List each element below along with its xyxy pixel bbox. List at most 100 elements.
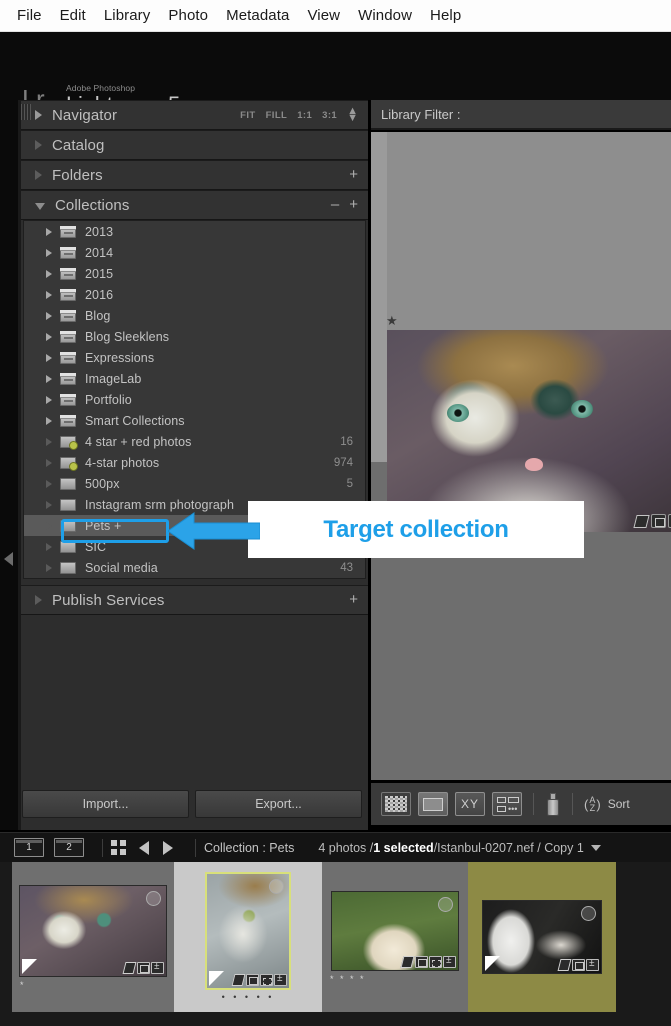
disclosure-triangle-icon[interactable] (46, 290, 52, 299)
disclosure-triangle-icon[interactable] (35, 170, 42, 180)
collection-row[interactable]: Blog Sleeklens (24, 326, 365, 347)
edit-badge-icon[interactable] (274, 973, 287, 986)
disclosure-triangle-icon[interactable] (35, 595, 42, 605)
plus-icon[interactable]: + (349, 197, 358, 212)
collection-row[interactable]: Social media 43 (24, 557, 365, 578)
panel-resize-grip-top[interactable] (21, 104, 31, 120)
disclosure-triangle-icon[interactable] (35, 140, 42, 150)
thumbnail-circle-icon[interactable] (438, 896, 453, 912)
collection-row[interactable]: 2013 (24, 221, 365, 242)
compare-view-icon[interactable]: XY (455, 792, 485, 816)
disclosure-triangle-icon[interactable] (46, 521, 52, 530)
tag-badge-icon[interactable] (634, 514, 649, 528)
menu-item-help[interactable]: Help (421, 5, 470, 26)
disclosure-triangle-icon[interactable] (46, 458, 52, 467)
thumbnail-circle-icon[interactable] (146, 890, 161, 906)
thumbnail-circle-icon[interactable] (269, 879, 284, 894)
crop-badge-icon[interactable] (572, 959, 585, 971)
disclosure-triangle-icon[interactable] (46, 542, 52, 551)
disclosure-triangle-icon[interactable] (46, 479, 52, 488)
plus-icon[interactable]: + (349, 167, 358, 182)
tag-badge-icon[interactable] (123, 962, 136, 974)
menu-item-view[interactable]: View (298, 5, 349, 26)
filmstrip-photo-info[interactable]: 4 photos / 1 selected /Istanbul-0207.nef… (318, 841, 601, 855)
disclosure-triangle-icon[interactable] (35, 110, 42, 120)
menu-item-file[interactable]: File (8, 5, 51, 26)
grid-view-icon[interactable] (381, 792, 411, 816)
disclosure-triangle-icon[interactable] (46, 248, 52, 257)
collapse-left-panel-triangle-icon[interactable] (4, 552, 13, 566)
chevron-down-icon[interactable] (590, 844, 601, 851)
spray-can-icon[interactable] (545, 792, 561, 816)
survey-view-icon[interactable]: ••• (492, 792, 522, 816)
collection-row[interactable]: 2015 (24, 263, 365, 284)
menu-item-edit[interactable]: Edit (51, 5, 95, 26)
collection-row[interactable]: ImageLab (24, 368, 365, 389)
zoom-stepper-icon[interactable]: ▲ ▼ (347, 106, 358, 124)
panel-header-publish-services[interactable]: Publish Services + (21, 585, 368, 615)
disclosure-triangle-icon[interactable] (46, 311, 52, 320)
panel-header-collections[interactable]: Collections – + (21, 190, 368, 220)
panel-header-folders[interactable]: Folders + (21, 160, 368, 190)
puppy-thumbnail[interactable] (331, 890, 459, 971)
cat-white-tabby-thumbnail[interactable] (19, 884, 167, 977)
import-button[interactable]: Import... (22, 790, 189, 818)
disclosure-triangle-icon[interactable] (46, 563, 52, 572)
collection-row[interactable]: 4-star photos 974 (24, 452, 365, 473)
disclosure-triangle-icon[interactable] (46, 332, 52, 341)
disclosure-triangle-icon[interactable] (35, 203, 45, 210)
collection-row[interactable]: 2014 (24, 242, 365, 263)
disclosure-triangle-icon[interactable] (46, 227, 52, 236)
tabby-cat-thumbnail[interactable] (205, 872, 291, 990)
zoom-1to1-button[interactable]: 1:1 (297, 110, 312, 121)
edit-badge-icon[interactable] (443, 955, 456, 968)
arrow-right-icon[interactable] (163, 840, 173, 855)
sleeping-cat-thumbnail[interactable] (482, 900, 602, 974)
tag-badge-icon[interactable] (232, 974, 245, 986)
disclosure-triangle-icon[interactable] (46, 416, 52, 425)
tag-badge-icon[interactable] (401, 956, 414, 968)
arrow-left-icon[interactable] (139, 840, 149, 855)
edit-badge-icon[interactable] (586, 958, 599, 971)
disclosure-triangle-icon[interactable] (46, 395, 52, 404)
filmstrip-cell[interactable]: * (12, 862, 174, 1012)
collection-row[interactable]: 4 star + red photos 16 (24, 431, 365, 452)
export-button[interactable]: Export... (195, 790, 362, 818)
collection-row[interactable]: 2016 (24, 284, 365, 305)
filmstrip-cell[interactable]: * * * * (322, 862, 468, 1012)
menu-item-library[interactable]: Library (95, 5, 160, 26)
panel-header-navigator[interactable]: Navigator FIT FILL 1:1 3:1 ▲ ▼ (21, 100, 368, 130)
screen-1-button[interactable]: 1 (14, 838, 44, 857)
screen-2-button[interactable]: 2 (54, 838, 84, 857)
zoom-fill-button[interactable]: FILL (266, 110, 288, 121)
zoom-fit-button[interactable]: FIT (240, 110, 255, 121)
dots-badge-icon[interactable] (260, 974, 273, 986)
minus-icon[interactable]: – (331, 197, 339, 212)
plus-icon[interactable]: + (349, 592, 358, 607)
zoom-3to1-button[interactable]: 3:1 (322, 110, 337, 121)
panel-header-catalog[interactable]: Catalog (21, 130, 368, 160)
disclosure-triangle-icon[interactable] (46, 500, 52, 509)
grid-icon[interactable] (111, 839, 127, 856)
loupe-view-icon[interactable] (418, 792, 448, 816)
filmstrip-cell[interactable]: • • • • • (174, 862, 322, 1012)
menu-item-window[interactable]: Window (349, 5, 421, 26)
tag-badge-icon[interactable] (558, 959, 571, 971)
collection-row[interactable]: Expressions (24, 347, 365, 368)
dots-badge-icon[interactable] (429, 955, 442, 968)
edit-badge-icon[interactable] (151, 961, 164, 974)
menu-item-photo[interactable]: Photo (159, 5, 217, 26)
thumbnail-circle-icon[interactable] (581, 906, 596, 921)
collection-row[interactable]: Portfolio (24, 389, 365, 410)
disclosure-triangle-icon[interactable] (46, 353, 52, 362)
collection-row[interactable]: 500px 5 (24, 473, 365, 494)
disclosure-triangle-icon[interactable] (46, 269, 52, 278)
crop-badge-icon[interactable] (246, 974, 259, 986)
crop-badge-icon[interactable] (415, 955, 428, 968)
disclosure-triangle-icon[interactable] (46, 437, 52, 446)
disclosure-triangle-icon[interactable] (46, 374, 52, 383)
az-sort-icon[interactable]: (A Z) (584, 796, 601, 813)
crop-badge-icon[interactable] (651, 514, 666, 528)
collection-row[interactable]: Blog (24, 305, 365, 326)
collection-row[interactable]: Smart Collections (24, 410, 365, 431)
